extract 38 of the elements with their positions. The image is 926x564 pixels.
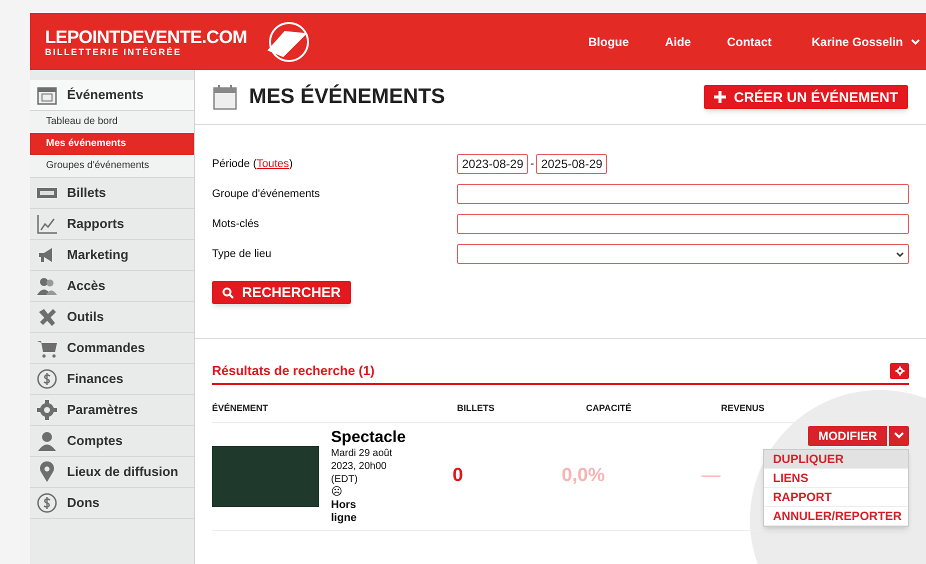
event-name[interactable]: Spectacle	[331, 428, 409, 446]
search-button[interactable]: RECHERCHER	[212, 281, 351, 304]
logo-title: LEPOINTDEVENTE.COM	[45, 26, 247, 46]
menu-item[interactable]: DUPLIQUER	[764, 450, 908, 468]
menu-item[interactable]: ANNULER/REPORTER	[764, 506, 908, 526]
sidebar-subitem[interactable]: Groupes d'événements	[30, 155, 194, 177]
edit-button[interactable]: MODIFIER	[808, 426, 888, 446]
field-label: Type de lieu	[212, 246, 272, 262]
page-title: MES ÉVÉNEMENTS	[249, 83, 446, 110]
logo-subtitle: BILLETTERIE INTÉGRÉE	[45, 46, 183, 56]
menu-item[interactable]: LIENS	[764, 468, 908, 488]
date-to-field[interactable]: 2025-08-29	[536, 154, 608, 174]
nav-link[interactable]: Aide	[664, 32, 691, 50]
date-from-field[interactable]: 2023-08-29	[457, 154, 528, 174]
nav-link[interactable]: Contact	[726, 32, 772, 50]
status-icon: ☹	[331, 486, 342, 498]
tickets-count: 0	[452, 464, 464, 486]
column-header: ÉVÉNEMENT	[212, 402, 270, 416]
sidebar-item[interactable]: Événements	[30, 80, 194, 111]
create-event-button[interactable]: CRÉER UN ÉVÉNEMENT	[704, 85, 908, 109]
all-periods-link[interactable]: Toutes	[256, 158, 290, 170]
field-label: Mots-clés	[212, 216, 260, 232]
field-label: Groupe d'événements	[212, 186, 321, 202]
event-date: Mardi 29 août 2023, 20h00 (EDT)	[331, 446, 394, 486]
results-title: Résultats de recherche (1)	[212, 362, 375, 380]
period-label: Période (Toutes)	[212, 156, 294, 172]
menu-item[interactable]: RAPPORT	[764, 488, 908, 506]
sidebar-subitem[interactable]: Mes événements	[30, 133, 194, 155]
sidebar-subitem[interactable]: Tableau de bord	[30, 111, 194, 133]
date-separator: -	[530, 156, 534, 172]
user-menu[interactable]: Karine Gosselin	[812, 32, 920, 50]
nav-link[interactable]: Blogue	[588, 32, 629, 50]
revenue-value: —	[701, 464, 720, 486]
column-header: BILLETS	[457, 402, 496, 416]
column-header: CAPACITÉ	[586, 402, 632, 416]
capacity-value: 0,0%	[562, 464, 605, 486]
event-status: Hors ligne	[331, 498, 358, 524]
column-header: REVENUS	[721, 402, 766, 416]
